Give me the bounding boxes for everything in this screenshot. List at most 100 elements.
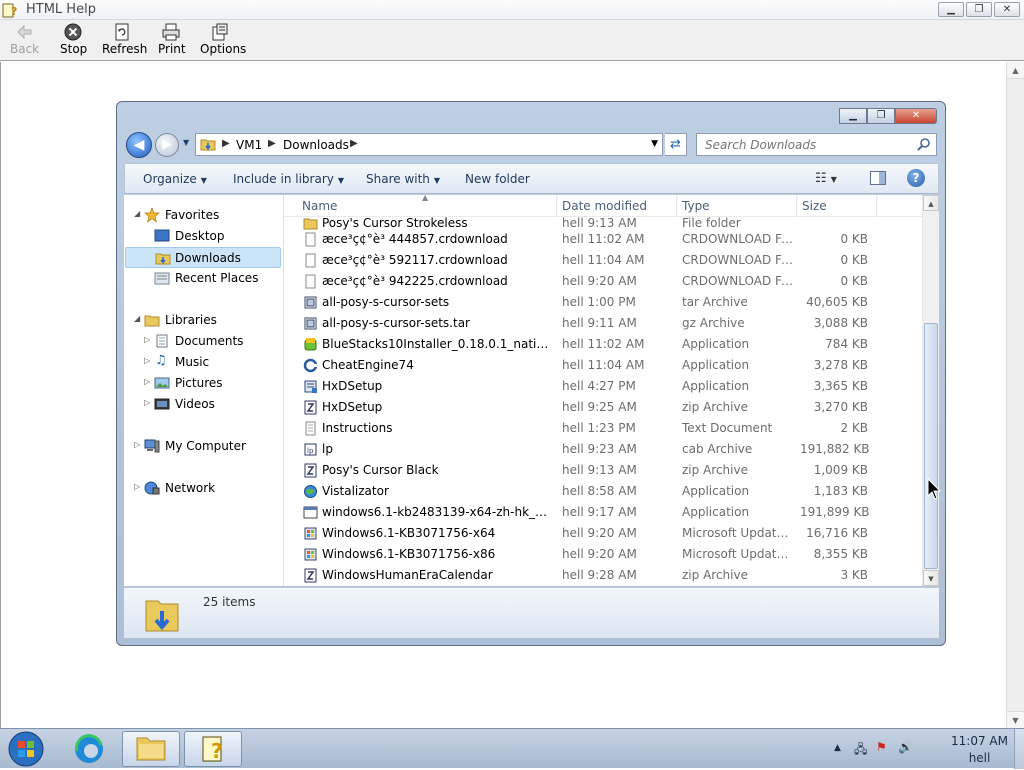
list-item[interactable]: Windows6.1-KB3071756-x64 hell 9:20 AM Micr… bbox=[284, 523, 922, 544]
nav-music[interactable]: ▷ ♫ Music bbox=[124, 352, 283, 373]
file-type: Application bbox=[682, 358, 750, 372]
file-size: 0 KB bbox=[840, 232, 868, 246]
help-scrollbar[interactable]: ▲ ▼ bbox=[1006, 62, 1024, 728]
expand-icon[interactable]: ▷ bbox=[144, 377, 150, 386]
column-size[interactable]: Size bbox=[802, 199, 827, 213]
list-item[interactable]: æce³ç¢°è³ 444857.crdownload hell 11:02 AM… bbox=[284, 229, 922, 250]
taskbar-html-help[interactable]: ? bbox=[184, 731, 242, 767]
expand-icon[interactable]: ▷ bbox=[144, 335, 150, 344]
print-button[interactable]: Print bbox=[158, 22, 186, 56]
column-date-modified[interactable]: Date modified bbox=[562, 199, 647, 213]
list-item[interactable]: Instructions hell 1:23 PM Text Document 2 K… bbox=[284, 418, 922, 439]
address-bar[interactable]: ▶ VM1 ▶ Downloads ▶ ▼ bbox=[195, 133, 663, 156]
expand-icon[interactable]: ▷ bbox=[134, 440, 140, 449]
expand-icon[interactable]: ▷ bbox=[144, 398, 150, 407]
share-with-button[interactable]: Share with ▼ bbox=[366, 172, 440, 186]
nav-recent-places[interactable]: Recent Places bbox=[124, 268, 283, 289]
volume-icon[interactable]: 🔊 bbox=[898, 740, 913, 754]
list-item[interactable]: lp lp hell 9:23 AM cab Archive 191,882 KB bbox=[284, 439, 922, 460]
archive-icon bbox=[304, 317, 317, 330]
archive-icon bbox=[304, 296, 317, 309]
zip-icon bbox=[304, 463, 317, 478]
refresh-button[interactable]: Refresh bbox=[102, 22, 147, 56]
file-list-scrollbar[interactable]: ▲ ▼ bbox=[922, 195, 939, 586]
chevron-right-icon[interactable]: ▶ bbox=[350, 138, 358, 149]
refresh-button[interactable]: ⇄ bbox=[665, 133, 687, 156]
scrollbar-thumb[interactable] bbox=[924, 323, 938, 569]
forward-button[interactable]: ▶ bbox=[155, 133, 179, 157]
collapse-icon[interactable]: ◢ bbox=[134, 314, 140, 323]
start-button[interactable] bbox=[6, 730, 46, 768]
recent-places-icon bbox=[154, 272, 170, 285]
file-date: hell 11:02 AM bbox=[562, 337, 645, 351]
nav-my-computer[interactable]: ▷ My Computer bbox=[124, 436, 283, 457]
recent-pages-dropdown[interactable]: ▼ bbox=[183, 139, 191, 147]
list-item[interactable]: HxDSetup hell 4:27 PM Application 3,365 KB bbox=[284, 376, 922, 397]
list-item[interactable]: WindowsHumanEraCalendar hell 9:28 AM zip A… bbox=[284, 565, 922, 586]
minimize-button[interactable]: ▁ bbox=[938, 2, 964, 17]
organize-button[interactable]: Organize ▼ bbox=[143, 172, 207, 186]
nav-desktop[interactable]: Desktop bbox=[124, 226, 283, 247]
explorer-close-button[interactable]: ✕ bbox=[895, 108, 937, 124]
column-type[interactable]: Type bbox=[682, 199, 710, 213]
chevron-right-icon[interactable]: ▶ bbox=[268, 138, 276, 149]
chevron-down-icon[interactable]: ▼ bbox=[651, 139, 658, 149]
list-item[interactable]: HxDSetup hell 9:25 AM zip Archive 3,270 KB bbox=[284, 397, 922, 418]
search-input[interactable] bbox=[703, 137, 903, 153]
list-item[interactable]: æce³ç¢°è³ 942225.crdownload hell 9:20 AM C… bbox=[284, 271, 922, 292]
explorer-maximize-button[interactable]: ❐ bbox=[867, 108, 895, 124]
include-in-library-button[interactable]: Include in library ▼ bbox=[233, 172, 344, 186]
file-name: Posy's Cursor Black bbox=[322, 463, 439, 477]
scroll-up-arrow-icon[interactable]: ▲ bbox=[1007, 62, 1024, 79]
options-button[interactable]: Options bbox=[200, 22, 246, 56]
expand-icon[interactable]: ▷ bbox=[134, 482, 140, 491]
action-center-icon[interactable]: ⚑ bbox=[876, 740, 887, 754]
explorer-minimize-button[interactable]: ▁ bbox=[839, 108, 867, 124]
search-box[interactable] bbox=[696, 133, 937, 156]
maximize-button[interactable]: ❐ bbox=[966, 2, 992, 17]
list-item[interactable]: BlueStacks10Installer_0.18.0.1_native_a3… bbox=[284, 334, 922, 355]
clock[interactable]: 11:07 AM hell bbox=[951, 733, 1008, 767]
column-name[interactable]: Name bbox=[302, 199, 337, 213]
stop-button[interactable]: Stop bbox=[60, 22, 87, 56]
nav-videos[interactable]: ▷ Videos bbox=[124, 394, 283, 415]
nav-network[interactable]: ▷ Network bbox=[124, 478, 283, 499]
show-desktop-button[interactable] bbox=[1014, 729, 1024, 769]
preview-pane-button[interactable] bbox=[870, 171, 886, 185]
back-button[interactable]: ◀ bbox=[126, 132, 152, 158]
list-item[interactable]: æce³ç¢°è³ 592117.crdownload hell 11:04 AM… bbox=[284, 250, 922, 271]
network-status-icon[interactable]: 🖧 bbox=[854, 740, 867, 761]
nav-libraries[interactable]: ◢ Libraries bbox=[124, 310, 283, 331]
breadcrumb-vm1[interactable]: VM1 bbox=[236, 138, 262, 152]
close-button[interactable]: ✕ bbox=[994, 2, 1020, 17]
help-window-titlebar: ? HTML Help ▁ ❐ ✕ bbox=[0, 0, 1024, 20]
list-item[interactable]: Windows6.1-KB3071756-x86 hell 9:20 AM Micr… bbox=[284, 544, 922, 565]
library-icon bbox=[144, 315, 160, 327]
taskbar-explorer[interactable] bbox=[122, 731, 180, 767]
nav-pictures[interactable]: ▷ Pictures bbox=[124, 373, 283, 394]
nav-favorites[interactable]: ◢ Favorites bbox=[124, 205, 283, 226]
list-item[interactable]: CheatEngine74 hell 11:04 AM Application 3,2… bbox=[284, 355, 922, 376]
new-folder-button[interactable]: New folder bbox=[465, 172, 530, 186]
change-view-button[interactable]: ☷ ▼ bbox=[815, 171, 837, 186]
breadcrumb-downloads[interactable]: Downloads bbox=[283, 138, 349, 152]
taskbar-edge[interactable] bbox=[60, 731, 118, 767]
computer-icon bbox=[144, 439, 160, 453]
scroll-up-arrow-icon[interactable]: ▲ bbox=[923, 195, 939, 211]
nav-documents[interactable]: ▷ Documents bbox=[124, 331, 283, 352]
show-hidden-icons-icon[interactable]: ▲ bbox=[834, 743, 841, 753]
scroll-down-arrow-icon[interactable]: ▼ bbox=[1007, 711, 1024, 728]
help-icon[interactable]: ? bbox=[907, 169, 925, 187]
music-icon: ♫ bbox=[155, 353, 167, 368]
list-item[interactable]: Posy's Cursor Black hell 9:13 AM zip Archi… bbox=[284, 460, 922, 481]
back-arrow-icon: ◀ bbox=[133, 137, 145, 153]
collapse-icon[interactable]: ◢ bbox=[134, 209, 140, 218]
list-item[interactable]: all-posy-s-cursor-sets.tar hell 9:11 AM gz… bbox=[284, 313, 922, 334]
list-item[interactable]: windows6.1-kb2483139-x64-zh-hk_28528... h… bbox=[284, 502, 922, 523]
list-item[interactable]: Vistalizator hell 8:58 AM Application 1,183… bbox=[284, 481, 922, 502]
back-button[interactable]: Back bbox=[10, 22, 39, 56]
expand-icon[interactable]: ▷ bbox=[144, 356, 150, 365]
scroll-down-arrow-icon[interactable]: ▼ bbox=[923, 570, 939, 586]
list-item[interactable]: all-posy-s-cursor-sets hell 1:00 PM tar Ar… bbox=[284, 292, 922, 313]
nav-downloads[interactable]: Downloads bbox=[125, 247, 281, 268]
